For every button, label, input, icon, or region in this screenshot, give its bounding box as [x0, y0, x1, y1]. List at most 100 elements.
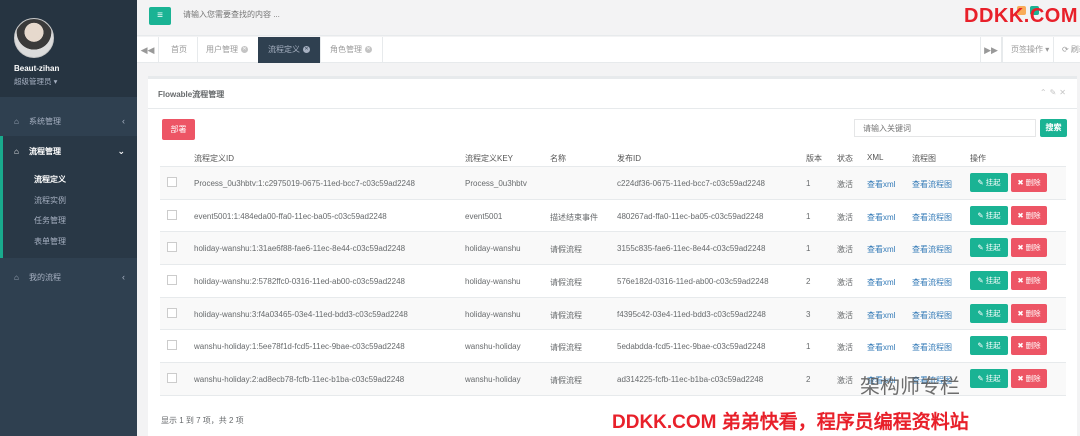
view-xml-link[interactable]: 查看xml: [867, 212, 895, 223]
process-submenu: 流程定义 流程实例 任务管理 表单管理: [0, 166, 137, 258]
view-diagram-link[interactable]: 查看流程图: [912, 212, 952, 223]
col-header-name[interactable]: 名称: [550, 153, 566, 164]
row-checkbox[interactable]: [167, 275, 177, 286]
row-checkbox[interactable]: [167, 340, 177, 351]
tab-scroll-left-icon[interactable]: ◀◀: [137, 37, 159, 63]
close-icon[interactable]: ✕: [303, 46, 310, 54]
col-header-ops: 操作: [970, 154, 986, 163]
col-header-xml[interactable]: XML: [867, 153, 883, 162]
user-role-dropdown[interactable]: 超级管理员 ▾: [14, 76, 137, 87]
col-header-id[interactable]: 流程定义ID: [194, 153, 234, 164]
user-name: Beaut-zihan: [14, 64, 60, 73]
close-icon[interactable]: ✕: [365, 46, 372, 54]
chevron-left-icon: ‹: [122, 116, 125, 126]
col-header-version[interactable]: 版本: [806, 153, 822, 164]
view-xml-link[interactable]: 查看xml: [867, 244, 895, 255]
cell-status: 激活: [837, 212, 853, 222]
suspend-button[interactable]: ✎ 挂起: [970, 369, 1008, 389]
cell-name: 请假流程: [550, 376, 582, 386]
delete-button[interactable]: ✖ 删除: [1011, 205, 1047, 225]
cell-key: wanshu-holiday: [465, 342, 521, 352]
view-xml-link[interactable]: 查看xml: [867, 342, 895, 353]
view-xml-link[interactable]: 查看xml: [867, 277, 895, 288]
delete-button[interactable]: ✖ 删除: [1011, 303, 1047, 323]
table-row: wanshu-holiday:1:5ee78f1d-fcd5-11ec-9bae…: [160, 330, 1066, 364]
delete-button[interactable]: ✖ 删除: [1011, 271, 1047, 291]
tab-scroll-right-icon[interactable]: ▶▶: [980, 37, 1002, 63]
sidebar-subitem-definition[interactable]: 流程定义: [3, 170, 137, 191]
row-checkbox[interactable]: [167, 242, 177, 253]
search-button[interactable]: 搜索: [1040, 119, 1067, 137]
cell-name: 请假流程: [550, 310, 582, 320]
col-header-deploy-id[interactable]: 发布ID: [617, 153, 641, 164]
view-diagram-link[interactable]: 查看流程图: [912, 244, 952, 255]
sidebar-subitem-form[interactable]: 表单管理: [3, 232, 137, 253]
cell-version: 1: [806, 211, 811, 221]
page-ops-dropdown[interactable]: 页签操作 ▾: [1002, 37, 1057, 63]
cell-deploy-id: 576e182d-0316-11ed-ab00-c03c59ad2248: [617, 277, 769, 287]
suspend-button[interactable]: ✎ 挂起: [970, 336, 1008, 356]
tab-home[interactable]: 首页: [161, 37, 198, 63]
collapse-icon[interactable]: ⌃: [1040, 88, 1050, 97]
keyword-search-input[interactable]: [854, 119, 1036, 137]
brand-watermark: DDKK.COM: [964, 5, 1078, 27]
sidebar-item-system[interactable]: ⌂ 系统管理 ‹: [0, 106, 137, 136]
deploy-button[interactable]: 部署: [162, 119, 195, 140]
sidebar-item-label: 系统管理: [29, 116, 61, 126]
view-diagram-link[interactable]: 查看流程图: [912, 310, 952, 321]
watermark-text: 架构师专栏: [860, 376, 960, 398]
refresh-button[interactable]: ⟳ 刷新: [1053, 37, 1080, 63]
delete-button[interactable]: ✖ 删除: [1011, 369, 1047, 389]
menu-toggle-button[interactable]: ≡: [149, 7, 171, 25]
panel-tools: ⌃✎✕: [1040, 88, 1069, 97]
col-header-key[interactable]: 流程定义KEY: [465, 153, 513, 164]
view-diagram-link[interactable]: 查看流程图: [912, 277, 952, 288]
cell-key: holiday-wanshu: [465, 277, 521, 287]
cell-version: 1: [806, 179, 811, 188]
suspend-button[interactable]: ✎ 挂起: [970, 303, 1008, 323]
tab-label: 首页: [171, 45, 187, 54]
sidebar-subitem-instance[interactable]: 流程实例: [3, 191, 137, 212]
suspend-button[interactable]: ✎ 挂起: [970, 238, 1008, 258]
row-checkbox[interactable]: [167, 373, 177, 384]
view-xml-link[interactable]: 查看xml: [867, 310, 895, 321]
delete-button[interactable]: ✖ 删除: [1011, 336, 1047, 356]
cell-id: holiday-wanshu:3:f4a03465-03e4-11ed-bdd3…: [194, 309, 408, 319]
cell-name: 描述结束事件: [550, 212, 598, 222]
tab-user-management[interactable]: 用户管理 ✕: [196, 37, 259, 63]
delete-button[interactable]: ✖ 删除: [1011, 238, 1047, 258]
sidebar-item-process[interactable]: ⌂ 流程管理 ⌄: [0, 136, 137, 166]
view-xml-link[interactable]: 查看xml: [867, 179, 895, 190]
process-table: 流程定义ID 流程定义KEY 名称 发布ID 版本 状态 XML 流程图 操作 …: [160, 149, 1066, 396]
sidebar-subitem-task[interactable]: 任务管理: [3, 211, 137, 232]
tab-role-management[interactable]: 角色管理 ✕: [320, 37, 383, 63]
top-search-input[interactable]: [183, 10, 483, 19]
cell-key: Process_0u3hbtv: [465, 179, 527, 188]
sidebar-item-my-process[interactable]: ⌂ 我的流程 ‹: [0, 262, 137, 292]
cell-name: 请假流程: [550, 278, 582, 288]
suspend-button[interactable]: ✎ 挂起: [970, 271, 1008, 291]
wrench-icon[interactable]: ✎: [1050, 88, 1060, 97]
row-checkbox[interactable]: [167, 177, 177, 187]
col-header-status[interactable]: 状态: [837, 153, 853, 164]
cell-id: wanshu-holiday:1:5ee78f1d-fcd5-11ec-9bae…: [194, 342, 405, 352]
close-icon[interactable]: ✕: [241, 46, 248, 54]
row-checkbox[interactable]: [167, 209, 177, 220]
view-diagram-link[interactable]: 查看流程图: [912, 179, 952, 190]
tab-label: 角色管理: [330, 45, 362, 54]
delete-button[interactable]: ✖ 删除: [1011, 173, 1047, 192]
cell-key: holiday-wanshu: [465, 309, 521, 319]
suspend-button[interactable]: ✎ 挂起: [970, 173, 1008, 192]
col-header-diagram[interactable]: 流程图: [912, 153, 936, 164]
close-icon[interactable]: ✕: [1059, 88, 1069, 97]
view-diagram-link[interactable]: 查看流程图: [912, 342, 952, 353]
suspend-button[interactable]: ✎ 挂起: [970, 205, 1008, 225]
cell-version: 2: [806, 375, 811, 385]
tab-label: 流程定义: [268, 45, 300, 54]
row-checkbox[interactable]: [167, 307, 177, 318]
tab-process-definition[interactable]: 流程定义 ✕: [258, 37, 321, 63]
cell-name: 请假流程: [550, 245, 582, 255]
table-header: 流程定义ID 流程定义KEY 名称 发布ID 版本 状态 XML 流程图 操作: [160, 149, 1066, 167]
avatar[interactable]: [14, 18, 54, 58]
pagination-info: 显示 1 到 7 项，共 2 项: [161, 416, 244, 425]
